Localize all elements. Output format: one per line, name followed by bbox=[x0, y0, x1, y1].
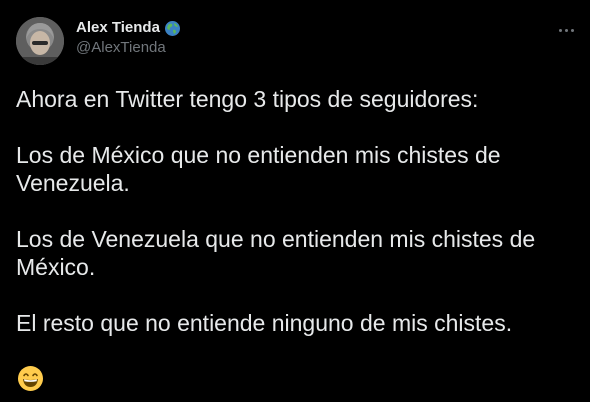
name-row: Alex Tienda bbox=[76, 18, 181, 38]
globe-icon bbox=[164, 20, 181, 37]
dot bbox=[564, 28, 568, 32]
tweet-paragraph: Los de México que no entienden mis chist… bbox=[16, 142, 501, 196]
tweet-paragraph: Ahora en Twitter tengo 3 tipos de seguid… bbox=[16, 86, 479, 112]
dot bbox=[570, 28, 574, 32]
tweet-card: Alex Tienda @AlexTienda Ahora en Twitter… bbox=[0, 0, 590, 402]
author-info: Alex Tienda @AlexTienda bbox=[76, 18, 181, 58]
avatar[interactable] bbox=[16, 17, 64, 65]
more-options-icon[interactable] bbox=[556, 20, 576, 40]
grinning-face-icon bbox=[17, 365, 44, 392]
author-display-name[interactable]: Alex Tienda bbox=[76, 18, 160, 38]
tweet-paragraph: Los de Venezuela que no entienden mis ch… bbox=[16, 226, 536, 280]
tweet-text: Ahora en Twitter tengo 3 tipos de seguid… bbox=[16, 85, 576, 365]
author-handle[interactable]: @AlexTienda bbox=[76, 38, 181, 58]
tweet-paragraph: El resto que no entiende ninguno de mis … bbox=[16, 310, 513, 336]
tweet-header: Alex Tienda @AlexTienda bbox=[16, 15, 181, 67]
dot bbox=[558, 28, 562, 32]
